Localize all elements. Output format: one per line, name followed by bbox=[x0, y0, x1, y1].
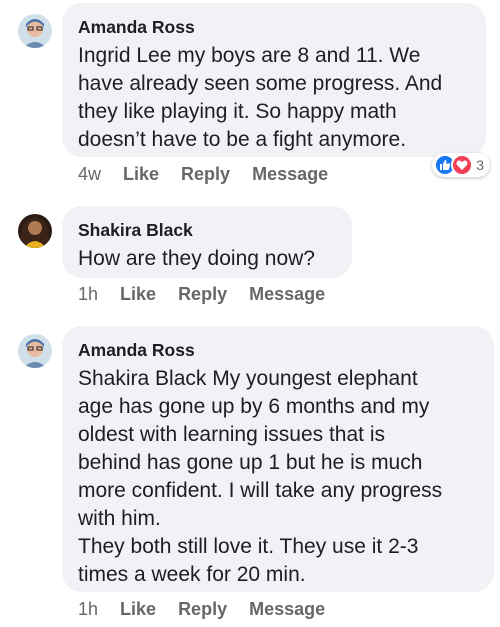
timestamp[interactable]: 1h bbox=[78, 283, 98, 305]
reactions-badge[interactable]: 3 bbox=[432, 153, 490, 177]
heart-icon bbox=[451, 154, 474, 176]
avatar[interactable] bbox=[18, 334, 52, 368]
comment-actions: 1h Like Reply Message bbox=[78, 283, 347, 305]
reaction-count: 3 bbox=[476, 157, 484, 173]
like-button[interactable]: Like bbox=[120, 598, 156, 620]
author-name[interactable]: Amanda Ross bbox=[78, 340, 478, 361]
comment-text: Ingrid Lee my boys are 8 and 11. We have… bbox=[78, 44, 443, 151]
avatar[interactable] bbox=[18, 214, 52, 248]
comment-bubble: Shakira Black How are they doing now? bbox=[62, 206, 352, 278]
author-name[interactable]: Amanda Ross bbox=[78, 17, 470, 38]
reply-button[interactable]: Reply bbox=[181, 163, 230, 185]
author-name[interactable]: Shakira Black bbox=[78, 220, 336, 241]
comment-bubble: Amanda Ross Ingrid Lee my boys are 8 and… bbox=[62, 3, 486, 157]
comment-text: Shakira Black My youngest elephant age h… bbox=[78, 367, 443, 586]
comment-actions: 1h Like Reply Message bbox=[78, 598, 347, 620]
timestamp[interactable]: 1h bbox=[78, 598, 98, 620]
reply-button[interactable]: Reply bbox=[178, 283, 227, 305]
comment-text: How are they doing now? bbox=[78, 247, 315, 270]
comment-thread: Amanda Ross Ingrid Lee my boys are 8 and… bbox=[0, 0, 500, 627]
avatar[interactable] bbox=[18, 14, 52, 48]
message-button[interactable]: Message bbox=[249, 598, 325, 620]
comment-actions: 4w Like Reply Message bbox=[78, 163, 350, 185]
message-button[interactable]: Message bbox=[252, 163, 328, 185]
like-button[interactable]: Like bbox=[123, 163, 159, 185]
reply-button[interactable]: Reply bbox=[178, 598, 227, 620]
like-button[interactable]: Like bbox=[120, 283, 156, 305]
message-button[interactable]: Message bbox=[249, 283, 325, 305]
timestamp[interactable]: 4w bbox=[78, 163, 101, 185]
comment-bubble: Amanda Ross Shakira Black My youngest el… bbox=[62, 326, 494, 592]
